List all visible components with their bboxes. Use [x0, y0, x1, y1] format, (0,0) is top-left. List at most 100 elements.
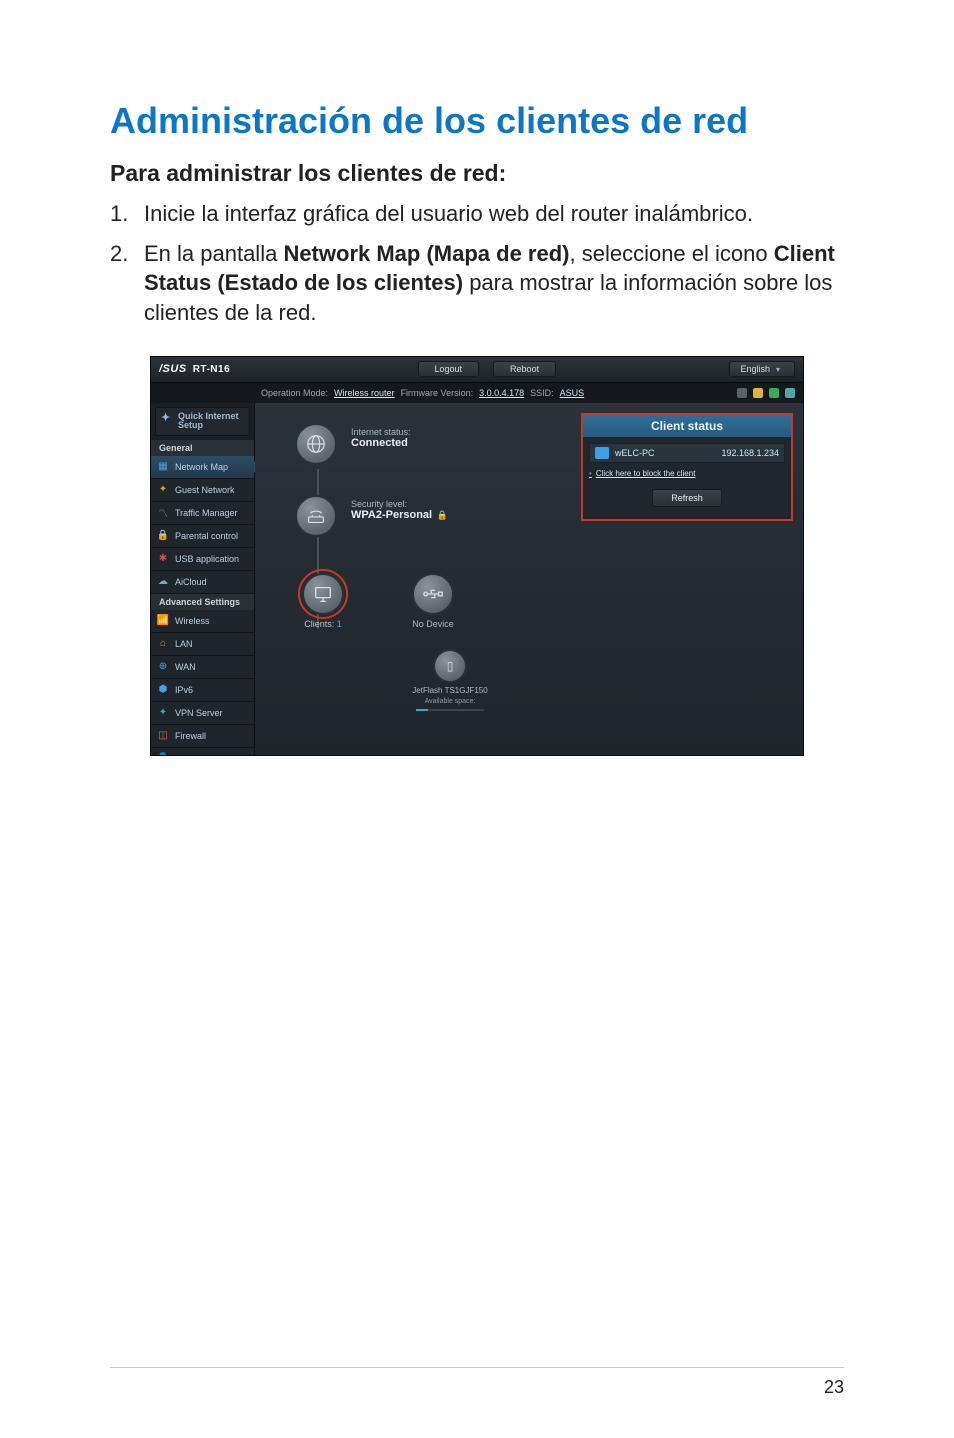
globe-icon: [295, 423, 337, 465]
logout-button[interactable]: Logout: [418, 361, 480, 377]
usb-device-tile[interactable]: No Device: [401, 573, 465, 629]
internet-status-value: Connected: [351, 437, 491, 449]
fw-link[interactable]: 3.0.0.4.178: [479, 388, 524, 398]
sidebar-label-ipv6: IPv6: [175, 685, 193, 695]
step-1-text: Inicie la interfaz gráfica del usuario w…: [144, 201, 753, 226]
status-strip: Operation Mode: Wireless router Firmware…: [151, 383, 803, 403]
section-general: General: [151, 440, 254, 456]
lock-icon: 🔒: [434, 510, 448, 520]
sidebar-item-vpn-server[interactable]: ✦ VPN Server: [151, 702, 254, 725]
client-ip: 192.168.1.234: [721, 448, 779, 458]
sidebar-item-administration[interactable]: 👤 Administration: [151, 748, 254, 756]
security-level-block[interactable]: Security level: WPA2-Personal 🔒: [295, 495, 337, 537]
vpn-icon: ✦: [157, 707, 169, 719]
fw-label: Firmware Version:: [401, 388, 474, 398]
page-number: 23: [824, 1377, 844, 1398]
reboot-button[interactable]: Reboot: [493, 361, 556, 377]
sidebar-item-firewall[interactable]: ◫ Firewall: [151, 725, 254, 748]
usb-plug-icon: [412, 573, 454, 615]
sidebar: ✦ Quick Internet Setup General ▦ Network …: [151, 403, 255, 755]
status-mini-icons: [737, 388, 795, 398]
sidebar-label-wan: WAN: [175, 662, 196, 672]
client-device-icon: [595, 447, 609, 459]
clients-tile[interactable]: Clients: 1: [291, 573, 355, 629]
section-advanced: Advanced Settings: [151, 594, 254, 610]
quick-internet-setup[interactable]: ✦ Quick Internet Setup: [155, 407, 250, 436]
block-client-link[interactable]: •Click here to block the client: [589, 469, 695, 478]
sidebar-label-admin: Administration: [175, 754, 232, 756]
step-1: 1. Inicie la interfaz gráfica del usuari…: [110, 199, 844, 229]
sidebar-item-wan[interactable]: ⊕ WAN: [151, 656, 254, 679]
guest-network-icon: ✦: [157, 484, 169, 496]
monitor-icon: [302, 573, 344, 615]
ipv6-icon: ⬢: [157, 684, 169, 696]
network-map-column: Internet status: Connected Security leve…: [265, 413, 573, 745]
usb-icon: ✱: [157, 553, 169, 565]
client-status-heading: Client status: [583, 415, 791, 437]
sidebar-item-lan[interactable]: ⌂ LAN: [151, 633, 254, 656]
network-map-icon: ▦: [157, 461, 169, 473]
step-2: 2. En la pantalla Network Map (Mapa de r…: [110, 239, 844, 328]
lan-icon: ⌂: [157, 638, 169, 650]
brand-logo: /SUSRT-N16: [159, 363, 230, 375]
step-2-number: 2.: [110, 239, 128, 269]
sidebar-label-aicloud: AiCloud: [175, 577, 207, 587]
sidebar-label-wireless: Wireless: [175, 616, 210, 626]
sidebar-item-usb-application[interactable]: ✱ USB application: [151, 548, 254, 571]
security-level-label: Security level:: [351, 499, 511, 509]
wan-icon: ⊕: [157, 661, 169, 673]
router-icon: [295, 495, 337, 537]
usb-drive-icon: ▯: [433, 649, 467, 683]
client-status-panel: Client status wELC-PC 192.168.1.234 •Cli…: [581, 413, 793, 521]
opmode-link[interactable]: Wireless router: [334, 388, 395, 398]
sidebar-label-lan: LAN: [175, 639, 193, 649]
no-device-label: No Device: [412, 619, 454, 629]
sidebar-label-network-map: Network Map: [175, 462, 228, 472]
page-subtitle: Para administrar los clientes de red:: [110, 160, 844, 187]
security-level-value: WPA2-Personal 🔒: [351, 509, 511, 521]
sidebar-item-network-map[interactable]: ▦ Network Map: [151, 456, 254, 479]
ssid-link[interactable]: ASUS: [560, 388, 585, 398]
wizard-icon: ✦: [161, 413, 170, 425]
usb-drive-name: JetFlash TS1GJF150: [412, 686, 487, 695]
sidebar-label-vpn: VPN Server: [175, 708, 223, 718]
status-icon-3: [769, 388, 779, 398]
sidebar-item-guest-network[interactable]: ✦ Guest Network: [151, 479, 254, 502]
client-name: wELC-PC: [615, 448, 715, 458]
parental-icon: 🔒: [157, 530, 169, 542]
firewall-icon: ◫: [157, 730, 169, 742]
wireless-icon: 📶: [157, 615, 169, 627]
sidebar-item-aicloud[interactable]: ☁ AiCloud: [151, 571, 254, 594]
qis-line2: Setup: [178, 420, 203, 430]
client-row[interactable]: wELC-PC 192.168.1.234: [589, 443, 785, 463]
usb-space-bar: [415, 708, 485, 712]
opmode-label: Operation Mode:: [261, 388, 328, 398]
ssid-label: SSID:: [530, 388, 554, 398]
page-title: Administración de los clientes de red: [110, 100, 844, 142]
sidebar-item-traffic-manager[interactable]: 〽Traffic Manager: [151, 502, 254, 525]
language-dropdown[interactable]: English: [729, 361, 795, 377]
internet-status-label: Internet status:: [351, 427, 491, 437]
sidebar-label-parental: Parental control: [175, 531, 238, 541]
usb-storage-tile[interactable]: ▯ JetFlash TS1GJF150 Available space:: [405, 649, 495, 712]
internet-status-block[interactable]: Internet status: Connected: [295, 423, 337, 465]
admin-icon: 👤: [157, 753, 169, 756]
footer-rule: [110, 1367, 844, 1368]
sidebar-item-ipv6[interactable]: ⬢ IPv6: [151, 679, 254, 702]
status-icon-2: [753, 388, 763, 398]
sidebar-item-parental-control[interactable]: 🔒 Parental control: [151, 525, 254, 548]
sidebar-label-firewall: Firewall: [175, 731, 206, 741]
status-icon-4: [785, 388, 795, 398]
step-2-text-b: , seleccione el icono: [569, 241, 773, 266]
status-icon-1: [737, 388, 747, 398]
sidebar-item-wireless[interactable]: 📶 Wireless: [151, 610, 254, 633]
sidebar-label-traffic: Traffic Manager: [175, 508, 238, 518]
aicloud-icon: ☁: [157, 576, 169, 588]
router-screenshot: /SUSRT-N16 Logout Reboot English Operati…: [150, 356, 804, 756]
refresh-button[interactable]: Refresh: [652, 489, 722, 507]
clients-label: Clients: 1: [304, 619, 342, 629]
main-area: Internet status: Connected Security leve…: [255, 403, 803, 755]
sidebar-label-guest: Guest Network: [175, 485, 235, 495]
top-bar: /SUSRT-N16 Logout Reboot English: [151, 357, 803, 383]
sidebar-label-usb: USB application: [175, 554, 239, 564]
